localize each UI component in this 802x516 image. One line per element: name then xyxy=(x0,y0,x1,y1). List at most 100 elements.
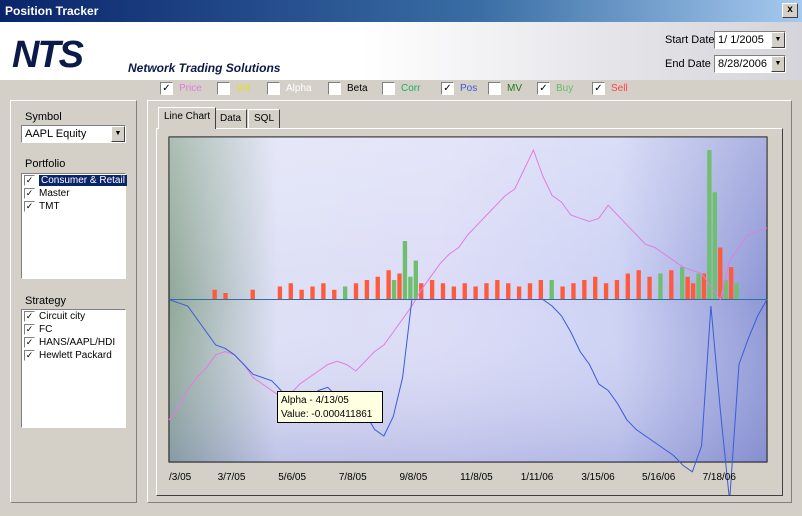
list-item-label: Consumer & Retail xyxy=(39,175,127,186)
toggle-pos[interactable]: ✓ Pos xyxy=(441,82,477,96)
sell-bar xyxy=(353,283,359,300)
checkbox-icon[interactable] xyxy=(217,82,230,95)
checkbox-icon[interactable] xyxy=(488,82,501,95)
toggle-label: Buy xyxy=(556,83,574,94)
line-chart-tab-body: /3/05 3/7/05 5/6/05 7/8/05 9/8/05 11/8/05 1/11… xyxy=(156,128,783,496)
chevron-down-icon[interactable]: ▼ xyxy=(771,56,785,72)
tooltip-value: Value: -0.000411861 xyxy=(281,409,373,420)
chevron-down-icon[interactable]: ▼ xyxy=(771,32,785,48)
close-button[interactable]: x xyxy=(782,3,798,18)
checkbox-icon[interactable]: ✓ xyxy=(537,82,550,95)
sell-bar xyxy=(728,267,734,300)
list-item-label: Circuit city xyxy=(39,311,86,322)
end-date-value: 8/28/2006 xyxy=(718,58,767,70)
toggle-buy[interactable]: ✓ Buy xyxy=(537,82,573,96)
sell-bar xyxy=(538,280,544,300)
sell-bar xyxy=(212,289,217,300)
portfolio-item-consumer-retail[interactable]: ✓ Consumer & Retail xyxy=(22,174,127,187)
checkbox-icon[interactable]: ✓ xyxy=(592,82,605,95)
strategy-item-circuit-city[interactable]: ✓ Circuit city xyxy=(22,310,125,323)
strategy-item-hans-aapl-hdi[interactable]: ✓ HANS/AAPL/HDI xyxy=(22,336,125,349)
sell-bar xyxy=(429,280,435,300)
checkbox-icon[interactable]: ✓ xyxy=(24,201,35,212)
sell-bar xyxy=(375,276,380,300)
end-date-picker[interactable]: 8/28/2006 ▼ xyxy=(714,55,786,73)
toggle-price[interactable]: ✓ Price xyxy=(160,82,202,96)
checkbox-icon[interactable]: ✓ xyxy=(441,82,454,95)
buy-bar xyxy=(391,280,397,300)
sell-bar xyxy=(593,276,598,300)
chart-tooltip: Alpha - 4/13/05 Value: -0.000411861 xyxy=(277,391,383,423)
sell-bar xyxy=(223,293,228,300)
checkbox-icon[interactable] xyxy=(267,82,280,95)
logo-subtitle: Network Trading Solutions xyxy=(128,61,281,75)
list-item-label: Master xyxy=(39,188,70,199)
x-tick-label: /3/05 xyxy=(169,472,192,483)
checkbox-icon[interactable]: ✓ xyxy=(24,337,35,348)
symbol-label: Symbol xyxy=(25,111,62,123)
list-item-label: TMT xyxy=(39,201,60,212)
portfolio-item-master[interactable]: ✓ Master xyxy=(22,187,125,200)
toggle-sell[interactable]: ✓ Sell xyxy=(592,82,628,96)
toggle-vol[interactable]: Vol xyxy=(217,82,250,96)
sell-bar xyxy=(451,286,457,300)
start-date-label: Start Date xyxy=(665,34,715,46)
strategy-item-hewlett-packard[interactable]: ✓ Hewlett Packard xyxy=(22,349,125,362)
sell-bar xyxy=(527,283,533,300)
buy-bar xyxy=(413,260,418,300)
sell-bar xyxy=(647,276,652,300)
window-title: Position Tracker xyxy=(5,4,99,18)
x-tick-label: 7/18/06 xyxy=(703,472,737,483)
sell-bar xyxy=(636,270,641,300)
checkbox-icon[interactable]: ✓ xyxy=(24,311,35,322)
symbol-select[interactable]: AAPL Equity ▼ xyxy=(21,125,126,143)
buy-bar xyxy=(402,241,408,300)
header-banner: NTS Network Trading Solutions Start Date… xyxy=(0,22,802,80)
sell-bar xyxy=(495,280,500,300)
sell-bar xyxy=(473,286,478,300)
start-date-picker[interactable]: 1/ 1/2005 ▼ xyxy=(714,31,786,49)
line-chart[interactable]: /3/05 3/7/05 5/6/05 7/8/05 9/8/05 11/8/05 1/11… xyxy=(157,129,782,495)
tab-sql[interactable]: SQL xyxy=(248,109,281,128)
sell-bar xyxy=(685,276,690,300)
buy-bar xyxy=(549,280,554,300)
toggle-label: Sell xyxy=(611,83,628,94)
checkbox-icon[interactable] xyxy=(328,82,341,95)
sell-bar xyxy=(386,270,391,300)
x-tick-label: 5/16/06 xyxy=(642,472,676,483)
sell-bar xyxy=(277,286,283,300)
sell-bar xyxy=(310,286,315,300)
checkbox-icon[interactable] xyxy=(382,82,395,95)
sell-bar xyxy=(419,283,424,300)
x-tick-label: 11/8/05 xyxy=(460,472,493,483)
tab-data[interactable]: Data xyxy=(214,109,248,128)
toggle-label: Corr xyxy=(401,83,421,94)
sell-bar xyxy=(288,283,293,300)
sell-bar xyxy=(299,289,304,300)
toggle-alpha[interactable]: Alpha xyxy=(267,82,312,96)
strategy-listbox[interactable]: ✓ Circuit city ✓ FC ✓ HANS/AAPL/HDI ✓ Hewlett P… xyxy=(21,309,126,428)
buy-bar xyxy=(696,273,701,300)
strategy-item-fc[interactable]: ✓ FC xyxy=(22,323,125,336)
toggle-beta[interactable]: Beta xyxy=(328,82,368,96)
title-bar: Position Tracker x xyxy=(0,0,802,22)
tab-line-chart[interactable]: Line Chart xyxy=(158,107,217,129)
toggle-mv[interactable]: MV xyxy=(488,82,522,96)
chevron-down-icon[interactable]: ▼ xyxy=(111,126,125,142)
buy-bar xyxy=(658,273,663,300)
checkbox-icon[interactable]: ✓ xyxy=(24,324,35,335)
toggle-label: Beta xyxy=(347,83,368,94)
list-item-label: FC xyxy=(39,324,53,335)
checkbox-icon[interactable]: ✓ xyxy=(160,82,173,95)
buy-bar xyxy=(680,267,685,300)
checkbox-icon[interactable]: ✓ xyxy=(24,175,35,186)
portfolio-item-tmt[interactable]: ✓ TMT xyxy=(22,200,125,213)
sell-bar xyxy=(669,270,674,300)
sell-bar xyxy=(571,283,576,300)
x-tick-label: 3/7/05 xyxy=(218,472,246,483)
checkbox-icon[interactable]: ✓ xyxy=(24,350,35,361)
checkbox-icon[interactable]: ✓ xyxy=(24,188,35,199)
portfolio-listbox[interactable]: ✓ Consumer & Retail ✓ Master ✓ TMT xyxy=(21,173,127,279)
toggle-corr[interactable]: Corr xyxy=(382,82,420,96)
tooltip-title: Alpha - 4/13/05 xyxy=(281,395,349,406)
